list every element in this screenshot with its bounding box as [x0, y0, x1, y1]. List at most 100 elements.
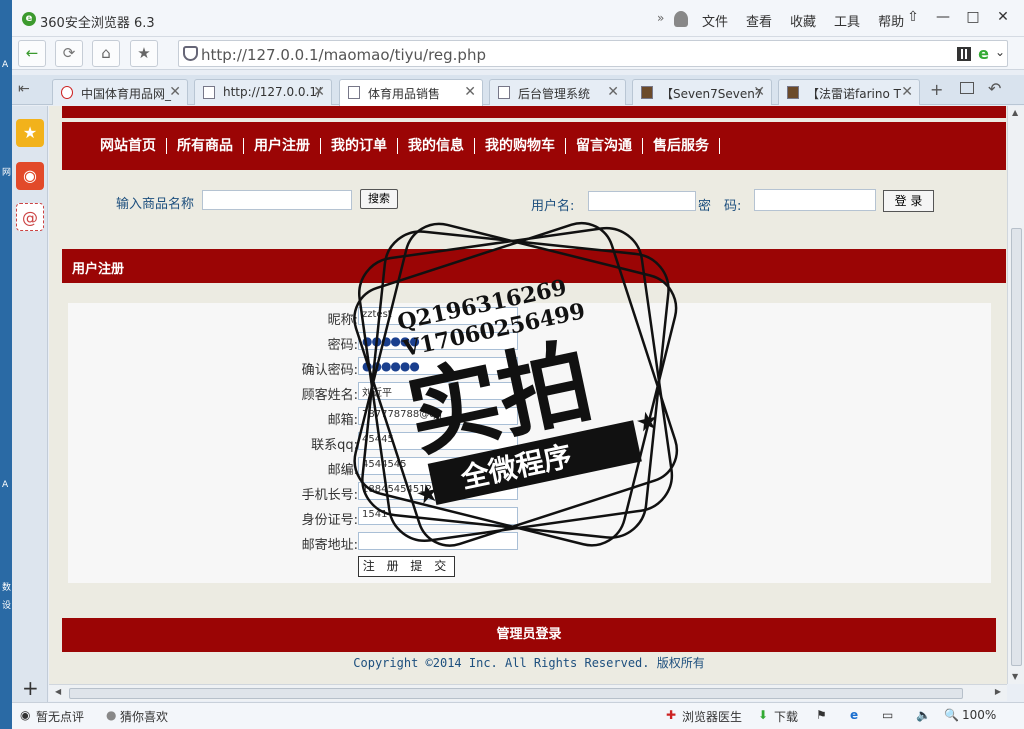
form-row: 身份证号: 1541 [68, 507, 991, 528]
tab-close-icon[interactable]: ✕ [607, 84, 619, 100]
tab-sports-sales[interactable]: 体育用品销售 ✕ [339, 79, 483, 106]
tab-admin[interactable]: 后台管理系统 ✕ [489, 79, 626, 105]
favorite-star-button[interactable]: ★ [130, 40, 158, 67]
page-icon [498, 86, 510, 99]
chevron-down-icon[interactable]: ⌄ [995, 45, 1005, 59]
doctor-icon: ✚ [666, 708, 677, 722]
back-button[interactable]: ← [18, 40, 46, 67]
minimize-button[interactable]: — [932, 6, 954, 28]
qq-input[interactable]: 45445 [358, 432, 518, 450]
download-link[interactable]: 下载 [774, 708, 798, 725]
refresh-button[interactable]: ⟳ [55, 40, 83, 67]
postcode-input[interactable]: 4544545 [358, 457, 518, 475]
desktop-label: 数 [2, 583, 12, 593]
pin-icon[interactable]: ⇧ [902, 6, 924, 28]
nickname-input[interactable]: zztest [358, 307, 518, 325]
customer-name-label: 顾客姓名: [301, 388, 358, 403]
site-main-nav: 网站首页 所有商品 用户注册 我的订单 我的信息 我的购物车 留言沟通 售后服务 [62, 122, 1006, 170]
id-number-input[interactable]: 1541 [358, 507, 518, 525]
password-label: 密码: [327, 338, 358, 353]
nav-home[interactable]: 网站首页 [90, 138, 167, 154]
home-button[interactable]: ⌂ [92, 40, 120, 67]
scroll-down-icon[interactable]: ▼ [1012, 672, 1018, 681]
speaker-icon[interactable]: 🔈 [916, 708, 931, 722]
address-bar[interactable]: http://127.0.0.1/maomao/tiyu/reg.php e ⌄ [178, 40, 1008, 67]
weibo-icon[interactable]: ◉ [16, 162, 44, 190]
vertical-scroll-thumb[interactable] [1011, 228, 1022, 666]
menu-favorites[interactable]: 收藏 [788, 11, 818, 30]
login-password-input[interactable] [754, 189, 876, 211]
tab-close-icon[interactable]: ✕ [901, 84, 913, 100]
confirm-password-input[interactable]: ●●●●●● [358, 357, 518, 375]
scroll-left-icon[interactable]: ◀ [55, 687, 61, 696]
menu-tools[interactable]: 工具 [832, 11, 862, 30]
customer-name-input[interactable]: 刘近平 [358, 382, 518, 400]
window-icon[interactable]: ▭ [882, 708, 893, 722]
tab-farino[interactable]: 【法雷诺farino T ✕ [778, 79, 920, 105]
no-rating-status[interactable]: 暂无点评 [36, 708, 84, 725]
nav-messages[interactable]: 留言沟通 [566, 138, 643, 154]
address-url[interactable]: http://127.0.0.1/maomao/tiyu/reg.php [201, 46, 486, 64]
user-avatar-icon[interactable] [674, 11, 688, 27]
rating-icon: ◉ [20, 708, 31, 722]
new-tab-icon[interactable]: + [930, 80, 943, 99]
maximize-button[interactable]: □ [962, 6, 984, 28]
search-button[interactable]: 搜索 [360, 189, 398, 209]
qr-code-icon[interactable] [957, 47, 971, 61]
email-icon[interactable]: @ [16, 203, 44, 231]
register-submit-button[interactable]: 注 册 提 交 [358, 556, 455, 577]
page-icon [203, 86, 215, 99]
ie-icon[interactable]: e [850, 708, 858, 722]
sidebar-toggle-icon[interactable]: ⇤ [18, 81, 30, 97]
address-input[interactable] [358, 532, 518, 550]
form-row: 邮寄地址: [68, 532, 991, 553]
nav-orders[interactable]: 我的订单 [321, 138, 398, 154]
copyright-text: Copyright ©2014 Inc. All Rights Reserved… [353, 656, 705, 670]
mobile-input[interactable]: 18845454512 [358, 482, 518, 500]
search-label: 输入商品名称 [116, 197, 195, 212]
recommend-link[interactable]: 猜你喜欢 [120, 708, 168, 725]
form-row: 手机长号: 18845454512 [68, 482, 991, 503]
tab-close-icon[interactable]: ✕ [169, 84, 181, 100]
nav-all-products[interactable]: 所有商品 [167, 138, 244, 154]
flag-icon[interactable]: ⚑ [816, 708, 827, 722]
tab-list-icon[interactable] [960, 82, 974, 94]
tab-seven[interactable]: 【Seven7Seven7 ✕ [632, 79, 772, 105]
tab-close-icon[interactable]: ✕ [464, 84, 476, 100]
username-input[interactable] [588, 191, 696, 211]
nav-after-sales[interactable]: 售后服务 [643, 138, 720, 154]
zoom-level[interactable]: 100% [962, 708, 996, 722]
menu-view[interactable]: 查看 [744, 11, 774, 30]
password-input[interactable]: ●●●●●● [358, 332, 518, 350]
login-button[interactable]: 登 录 [883, 190, 934, 212]
navigation-bar: ← ⟳ ⌂ ★ http://127.0.0.1/maomao/tiyu/reg… [12, 37, 1024, 70]
product-search-input[interactable] [202, 190, 352, 210]
horizontal-scrollbar[interactable]: ◀ ▶ [49, 684, 1007, 701]
nav-cart[interactable]: 我的购物车 [475, 138, 566, 154]
nav-register[interactable]: 用户注册 [244, 138, 321, 154]
scroll-right-icon[interactable]: ▶ [995, 687, 1001, 696]
favorites-star-icon[interactable]: ★ [16, 119, 44, 147]
ie-mode-icon[interactable]: e [978, 44, 989, 63]
close-button[interactable]: ✕ [992, 6, 1014, 28]
tab-localhost[interactable]: http://127.0.0.1/ ✕ [194, 79, 332, 105]
tab-bar: ⇤ 中国体育用品网_ ✕ http://127.0.0.1/ ✕ 体育用品销售 … [12, 75, 1024, 106]
vertical-scrollbar[interactable]: ▲ ▼ [1007, 106, 1024, 684]
undo-close-icon[interactable]: ↶ [988, 79, 1001, 98]
add-sidebar-icon[interactable]: + [22, 676, 39, 700]
tab-sports-site[interactable]: 中国体育用品网_ ✕ [52, 79, 188, 105]
horizontal-scroll-thumb[interactable] [69, 688, 963, 699]
form-row: 密码: ●●●●●● [68, 332, 991, 353]
desktop-label: 设 [2, 601, 12, 611]
double-chevron-icon[interactable]: » [657, 11, 664, 25]
nav-my-info[interactable]: 我的信息 [398, 138, 475, 154]
scroll-up-icon[interactable]: ▲ [1012, 108, 1018, 117]
desktop-label: 网 [2, 168, 12, 178]
menu-file[interactable]: 文件 [700, 11, 730, 30]
admin-login-link[interactable]: 管理员登录 [62, 618, 996, 652]
tab-close-icon[interactable]: ✕ [313, 84, 325, 100]
tab-close-icon[interactable]: ✕ [753, 84, 765, 100]
dot-icon: ● [106, 708, 117, 722]
email-input[interactable]: 787778788@qq [358, 407, 518, 425]
browser-doctor[interactable]: 浏览器医生 [682, 708, 742, 725]
